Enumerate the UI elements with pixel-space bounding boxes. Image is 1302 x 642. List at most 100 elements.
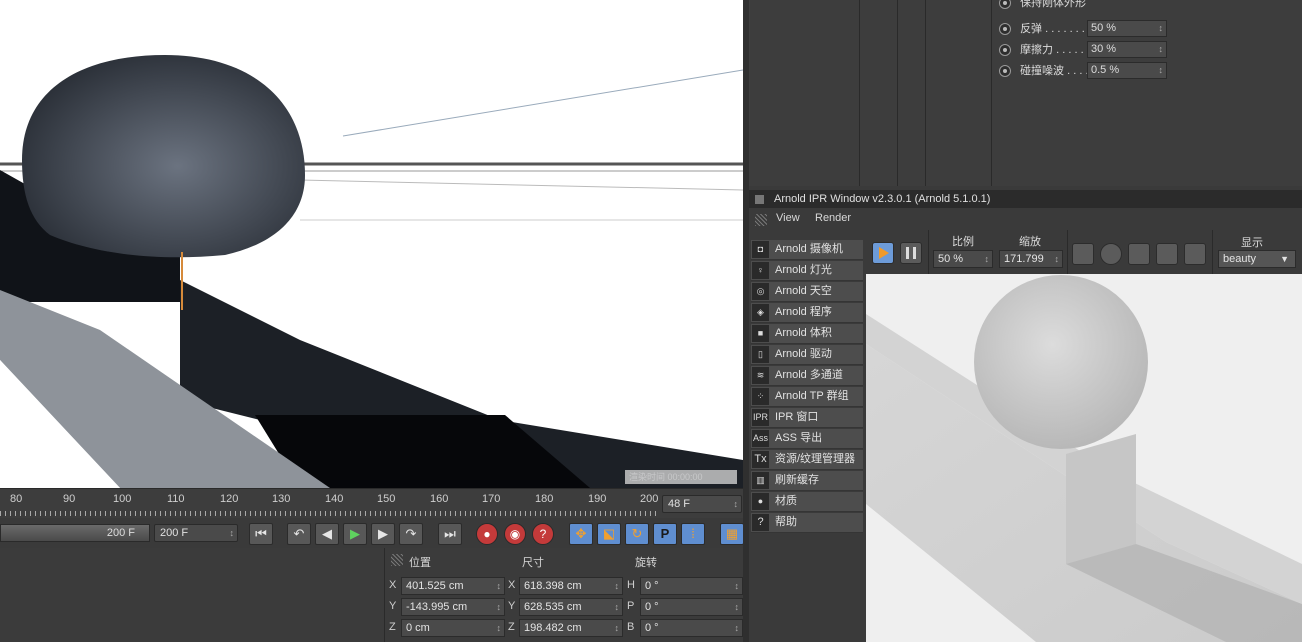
- radio-icon[interactable]: [999, 23, 1011, 36]
- bounce-row: 反弹 . . . . . . . 50 %: [999, 20, 1167, 38]
- goto-end-button[interactable]: ⏭: [438, 523, 462, 545]
- sidebar-item-material[interactable]: ● 材质: [751, 492, 863, 512]
- end-frame-field[interactable]: 200 F: [154, 524, 238, 542]
- current-frame-field[interactable]: 48 F: [662, 495, 742, 513]
- position-header: 位置: [409, 557, 431, 569]
- record-button[interactable]: ●: [476, 523, 498, 545]
- ratio-field[interactable]: 50 %: [933, 250, 993, 268]
- prev-key-button[interactable]: ↶: [287, 523, 311, 545]
- ipr-window-title: Arnold IPR Window v2.3.0.1 (Arnold 5.1.0…: [774, 193, 991, 205]
- timeline-ruler[interactable]: 80 90 100 110 120 130 140 150 160 170 18…: [0, 488, 743, 519]
- sidebar-item-driver[interactable]: ▯ Arnold 驱动: [751, 345, 863, 365]
- monitor-icon[interactable]: [1072, 243, 1094, 265]
- scale-key-icon[interactable]: ⬕: [597, 523, 621, 545]
- menu-render[interactable]: Render: [815, 212, 851, 224]
- sidebar-item-tp-group[interactable]: ⁘ Arnold TP 群组: [751, 387, 863, 407]
- sidebar-item-ipr[interactable]: IPR IPR 窗口: [751, 408, 863, 428]
- goto-start-button[interactable]: ⏮: [249, 523, 273, 545]
- autokey-button[interactable]: ◉: [504, 523, 526, 545]
- bounce-field[interactable]: 50 %: [1087, 20, 1167, 37]
- size-header: 尺寸: [522, 557, 544, 569]
- play-button[interactable]: ▶: [343, 523, 367, 545]
- ipr-icon: IPR: [752, 409, 769, 426]
- position-y-field[interactable]: -143.995 cm: [401, 598, 505, 616]
- zoom-label: 缩放: [1019, 236, 1041, 248]
- position-x-field[interactable]: 401.525 cm: [401, 577, 505, 595]
- sidebar-item-camera[interactable]: ◘ Arnold 摄像机: [751, 240, 863, 260]
- trash-icon: ▥: [752, 472, 769, 489]
- radio-icon[interactable]: [999, 65, 1011, 78]
- collision-noise-field[interactable]: 0.5 %: [1087, 62, 1167, 79]
- pla-key-icon[interactable]: ⁞: [681, 523, 705, 545]
- globe-view-icon[interactable]: [1100, 243, 1122, 265]
- size-x-field[interactable]: 618.398 cm: [519, 577, 623, 595]
- axis-label: X: [389, 579, 397, 591]
- ipr-window-titlebar[interactable]: Arnold IPR Window v2.3.0.1 (Arnold 5.1.0…: [749, 190, 1302, 208]
- prev-frame-button[interactable]: ◀: [315, 523, 339, 545]
- sidebar-item-procedural[interactable]: ◈ Arnold 程序: [751, 303, 863, 323]
- tick-label: 130: [272, 493, 291, 505]
- axis-label: Y: [389, 600, 397, 612]
- rotation-b-field[interactable]: 0 °: [640, 619, 743, 637]
- pause-icon: [906, 247, 916, 259]
- tick-label: 80: [10, 493, 23, 505]
- rotation-header: 旋转: [635, 557, 657, 569]
- rotate-key-icon[interactable]: ↻: [625, 523, 649, 545]
- play-render-button[interactable]: [872, 242, 894, 264]
- globe-icon: ◎: [752, 283, 769, 300]
- sidebar-item-flush-cache[interactable]: ▥ 刷新缓存: [751, 471, 863, 491]
- eraser-icon[interactable]: [1184, 243, 1206, 265]
- sidebar-item-texture-manager[interactable]: Tx 资源/纹理管理器: [751, 450, 863, 470]
- bounce-label: 反弹 . . . . . . .: [1020, 23, 1085, 35]
- tx-icon: Tx: [752, 451, 769, 468]
- position-z-field[interactable]: 0 cm: [401, 619, 505, 637]
- drag-handle-icon[interactable]: [391, 554, 403, 566]
- compare-icon[interactable]: [1156, 243, 1178, 265]
- frame-range-slider[interactable]: 200 F: [0, 524, 150, 542]
- menu-view[interactable]: View: [776, 212, 800, 224]
- friction-label: 摩擦力 . . . . . .: [1020, 44, 1090, 56]
- sidebar-item-help[interactable]: ? 帮助: [751, 513, 863, 533]
- film-icon[interactable]: ▦: [720, 523, 744, 545]
- axis-label: B: [627, 621, 635, 633]
- ratio-label: 比例: [952, 236, 974, 248]
- 3d-viewport[interactable]: 渲染时间 00:00:00: [0, 0, 743, 488]
- render-sphere: [974, 275, 1148, 449]
- next-frame-button[interactable]: ▶: [371, 523, 395, 545]
- ipr-menubar: View Render: [749, 208, 1302, 235]
- tick-label: 190: [588, 493, 607, 505]
- drag-handle-icon[interactable]: [755, 214, 767, 226]
- zoom-field[interactable]: 171.799: [999, 250, 1063, 268]
- keep-shape-row[interactable]: 保持刚体外形: [999, 0, 1086, 12]
- ipr-render-view[interactable]: [866, 274, 1302, 642]
- friction-field[interactable]: 30 %: [1087, 41, 1167, 58]
- move-key-icon[interactable]: ✥: [569, 523, 593, 545]
- next-key-button[interactable]: ↷: [399, 523, 423, 545]
- size-y-field[interactable]: 628.535 cm: [519, 598, 623, 616]
- window-icon: [755, 195, 764, 204]
- axis-label: Z: [508, 621, 515, 633]
- keyframe-help-button[interactable]: ?: [532, 523, 554, 545]
- camera-icon: ◘: [752, 241, 769, 258]
- param-key-icon[interactable]: P: [653, 523, 677, 545]
- sidebar-item-light[interactable]: ♀ Arnold 灯光: [751, 261, 863, 281]
- rotation-p-field[interactable]: 0 °: [640, 598, 743, 616]
- sidebar-item-ass-export[interactable]: Ass ASS 导出: [751, 429, 863, 449]
- cube-icon: ◈: [752, 304, 769, 321]
- volume-icon: ■: [752, 325, 769, 342]
- frame-icon[interactable]: [1128, 243, 1150, 265]
- pause-render-button[interactable]: [900, 242, 922, 264]
- radio-icon[interactable]: [999, 44, 1011, 57]
- material-ball-icon: ●: [752, 493, 769, 510]
- radio-icon[interactable]: [999, 0, 1011, 10]
- bulb-icon: ♀: [752, 262, 769, 279]
- size-z-field[interactable]: 198.482 cm: [519, 619, 623, 637]
- tick-label: 90: [63, 493, 76, 505]
- sidebar-item-sky[interactable]: ◎ Arnold 天空: [751, 282, 863, 302]
- display-select-value: beauty: [1223, 253, 1257, 265]
- tick-label: 140: [325, 493, 344, 505]
- rotation-h-field[interactable]: 0 °: [640, 577, 743, 595]
- display-select[interactable]: beauty ▼: [1218, 250, 1296, 268]
- sidebar-item-aov[interactable]: ≋ Arnold 多通道: [751, 366, 863, 386]
- sidebar-item-volume[interactable]: ■ Arnold 体积: [751, 324, 863, 344]
